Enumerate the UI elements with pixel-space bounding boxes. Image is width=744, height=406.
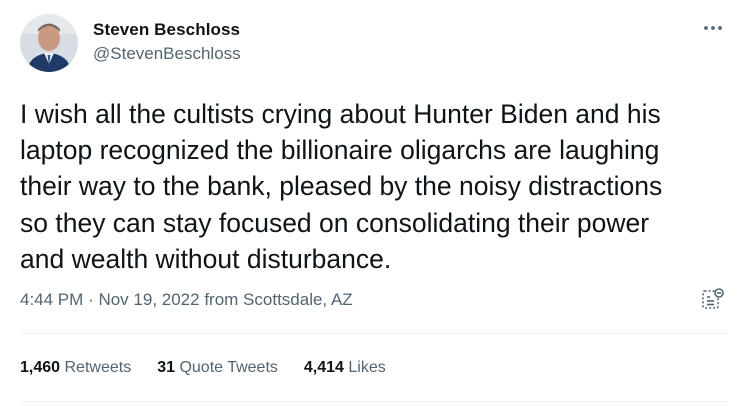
tweet-source-icon[interactable] [700,286,726,312]
tweet-time[interactable]: 4:44 PM [20,290,83,309]
retweets-label: Retweets [64,359,132,376]
likes-count: 4,414 [303,359,344,376]
tweet-source: from Scottsdale, AZ [204,290,353,309]
tweet-meta: 4:44 PM · Nov 19, 2022 from Scottsdale, … [20,290,353,310]
more-options-icon[interactable] [700,18,726,38]
quote-tweets-stat[interactable]: 31 Quote Tweets [157,359,278,377]
divider-top [20,333,728,334]
avatar[interactable] [20,14,78,72]
quote-tweets-label: Quote Tweets [179,359,278,376]
author-name[interactable]: Steven Beschloss [93,20,240,40]
retweets-count: 1,460 [20,359,61,376]
divider-bottom [20,401,728,402]
quote-tweets-count: 31 [157,359,175,376]
likes-label: Likes [348,359,386,376]
tweet-text: I wish all the cultists crying about Hun… [20,99,663,274]
meta-separator: · [88,290,94,309]
retweets-stat[interactable]: 1,460 Retweets [20,359,131,377]
author-handle[interactable]: @StevenBeschloss [93,44,241,64]
tweet-date[interactable]: Nov 19, 2022 [98,290,199,309]
tweet-stats: 1,460 Retweets 31 Quote Tweets 4,414 Lik… [20,359,412,377]
avatar-image [20,14,78,72]
likes-stat[interactable]: 4,414 Likes [304,359,386,377]
